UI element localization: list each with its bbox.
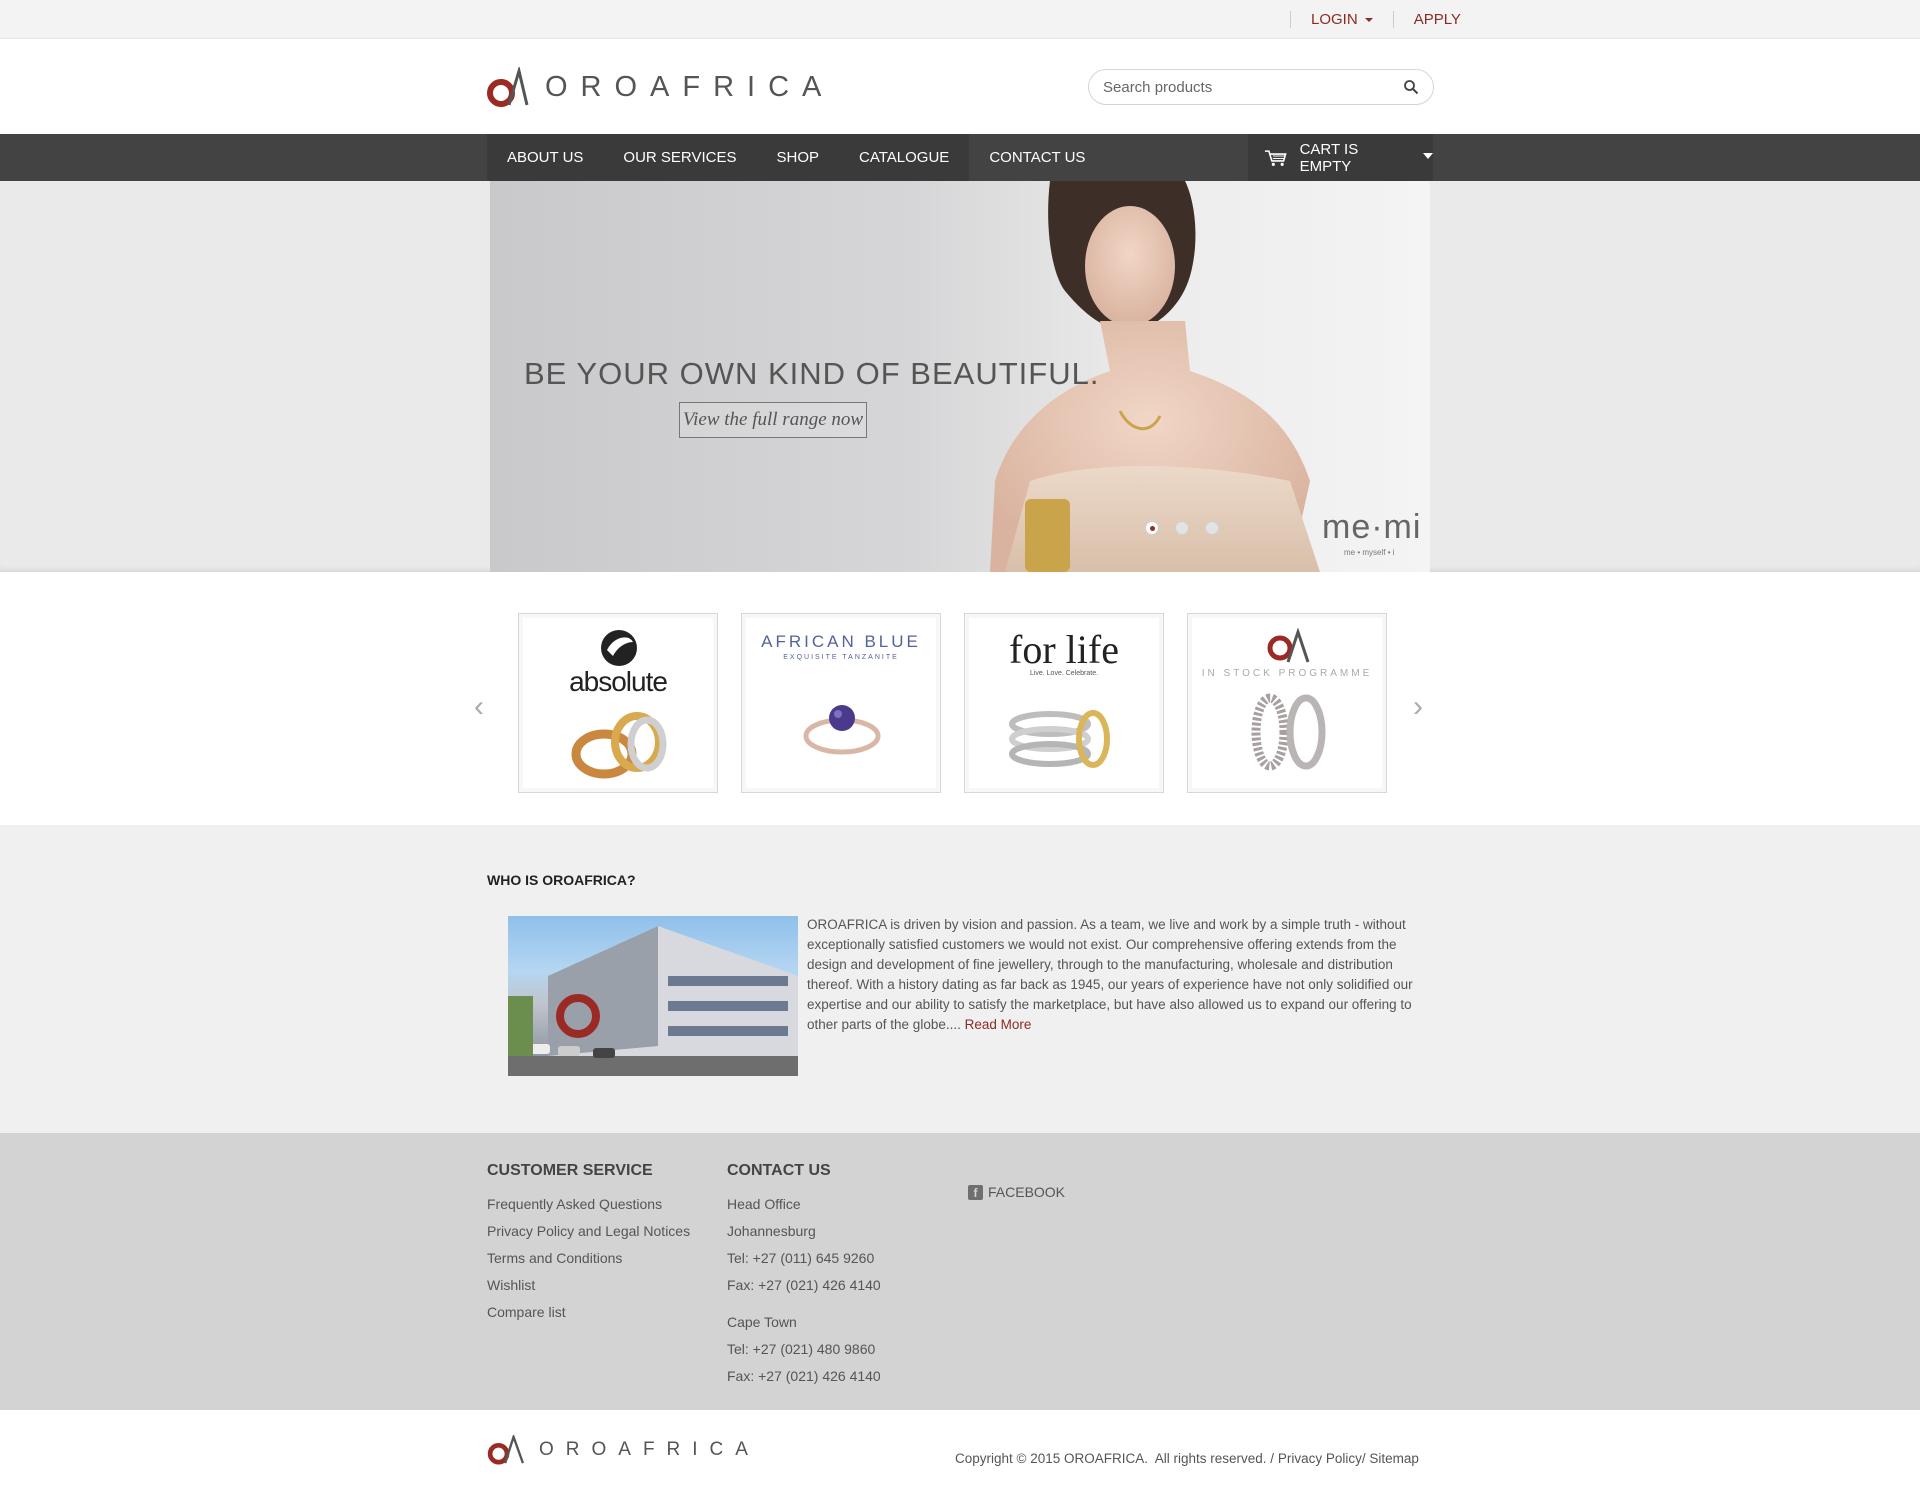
chevron-right-icon[interactable]: › [1413,690,1423,724]
about-title: WHO IS OROAFRICA? [487,872,636,888]
facebook-label: FACEBOOK [988,1184,1066,1200]
caret-down-icon [1423,152,1433,159]
chevron-left-icon[interactable]: ‹ [474,690,484,724]
site-header [0,39,1920,134]
absolute-logo-icon [601,630,637,666]
divider [1290,11,1291,28]
contact-heading: CONTACT US [727,1162,831,1179]
login-label: LOGIN [1311,11,1358,28]
brand-card-for-life[interactable]: for life Live. Love. Celebrate. [964,613,1164,793]
nav-shop[interactable]: SHOP [756,134,840,181]
privacy-policy-link[interactable]: Privacy Policy [1278,1451,1362,1466]
cart-dropdown[interactable]: CART IS EMPTY [1248,134,1433,181]
nav-our-services[interactable]: OUR SERVICES [603,134,757,181]
contact-line: Fax: +27 (021) 426 4140 [727,1277,881,1293]
memi-tagline: me • myself • i [1344,548,1395,557]
nav-about-us[interactable]: ABOUT US [487,134,604,181]
copyright: Copyright © 2015 OROAFRICA. All rights r… [955,1451,1419,1466]
hero-slider: BE YOUR OWN KIND OF BEAUTIFUL. View the … [490,181,1430,572]
tanzanite-ring-image [803,705,881,755]
nav-catalogue[interactable]: CATALOGUE [839,134,970,181]
brand-name: absolute [569,666,668,697]
brand-tagline: Live. Love. Celebrate. [1029,670,1099,677]
contact-line: Fax: +27 (021) 426 4140 [727,1368,881,1384]
footer-link-terms[interactable]: Terms and Conditions [487,1245,690,1272]
nav-group: ABOUT US OUR SERVICES SHOP CATALOGUE [487,134,970,181]
customer-service-column: CUSTOMER SERVICE Frequently Asked Questi… [487,1162,690,1326]
contact-line: Tel: +27 (021) 480 9860 [727,1341,876,1357]
cart-label: CART IS EMPTY [1299,140,1359,175]
footer-logo-text: OROAFRICA [539,1439,760,1460]
contact-line: Johannesburg [727,1223,816,1239]
building-image [508,926,798,1076]
search-box[interactable] [1088,69,1434,105]
hero-headline: BE YOUR OWN KIND OF BEAUTIFUL. [524,356,1100,391]
view-range-button[interactable]: View the full range now [679,402,867,438]
brand-name: for life [1009,627,1119,672]
customer-service-heading: CUSTOMER SERVICE [487,1162,653,1179]
search-icon[interactable] [1403,79,1419,95]
about-body: OROAFRICA is driven by vision and passio… [807,917,1413,1032]
brand-carousel [0,572,1920,825]
memi-brand-mark: me·mi [1322,508,1422,546]
footer-link-wishlist[interactable]: Wishlist [487,1272,690,1299]
copyright-text: Copyright © 2015 OROAFRICA. All rights r… [955,1451,1278,1466]
footer-link-privacy[interactable]: Privacy Policy and Legal Notices [487,1218,690,1245]
about-text: OROAFRICA is driven by vision and passio… [807,915,1427,1035]
login-link[interactable]: LOGIN [1311,11,1373,28]
rings-image [571,712,667,779]
search-input[interactable] [1103,78,1403,96]
read-more-link[interactable]: Read More [965,1017,1032,1032]
apply-link[interactable]: APPLY [1414,11,1461,28]
divider [1392,11,1394,28]
brand-card-in-stock[interactable]: IN STOCK PROGRAMME [1187,613,1387,793]
caret-down-icon [1364,18,1373,23]
top-utility-bar: LOGIN APPLY [0,0,1920,39]
separator: / [1361,1451,1370,1466]
slider-dot-1[interactable] [1145,521,1159,535]
hoop-earrings-image [1251,693,1326,771]
brand-tagline: IN STOCK PROGRAMME [1201,668,1373,679]
headquarters-photo [508,916,798,1076]
contact-column: CONTACT US Head Office Johannesburg Tel:… [727,1162,881,1390]
top-links: LOGIN APPLY [1270,0,1461,39]
brand-name: AFRICAN BLUE [761,632,921,651]
contact-line: Head Office [727,1196,801,1212]
nav-contact-us[interactable]: CONTACT US [969,134,1105,181]
logo-text: OROAFRICA [545,71,835,103]
footer-logo[interactable]: OROAFRICA [487,1435,760,1465]
slider-dot-2[interactable] [1175,521,1189,535]
bands-image [1009,710,1110,768]
site-logo[interactable]: OROAFRICA [487,65,867,110]
logo-mark-icon [487,1435,525,1465]
brand-card-african-blue[interactable]: AFRICAN BLUE EXQUISITE TANZANITE [741,613,941,793]
sitemap-link[interactable]: Sitemap [1369,1451,1419,1466]
slider-dots [1145,521,1219,535]
site-footer [0,1133,1920,1410]
brand-tagline: EXQUISITE TANZANITE [783,654,899,661]
contact-line: Tel: +27 (011) 645 9260 [727,1250,875,1266]
footer-link-faq[interactable]: Frequently Asked Questions [487,1191,690,1218]
footer-link-compare[interactable]: Compare list [487,1299,690,1326]
main-nav: ABOUT US OUR SERVICES SHOP CATALOGUE CON… [487,134,1105,181]
facebook-link[interactable]: f FACEBOOK [968,1184,1065,1200]
facebook-icon: f [968,1184,983,1200]
cart-icon [1264,149,1287,166]
contact-line: Cape Town [727,1314,797,1330]
slider-dot-3[interactable] [1205,521,1219,535]
logo-mark-icon [487,66,529,107]
main-nav-bar: ABOUT US OUR SERVICES SHOP CATALOGUE CON… [0,134,1920,181]
brand-card-absolute[interactable]: absolute [518,613,718,793]
logo-mark-icon [1267,628,1310,663]
